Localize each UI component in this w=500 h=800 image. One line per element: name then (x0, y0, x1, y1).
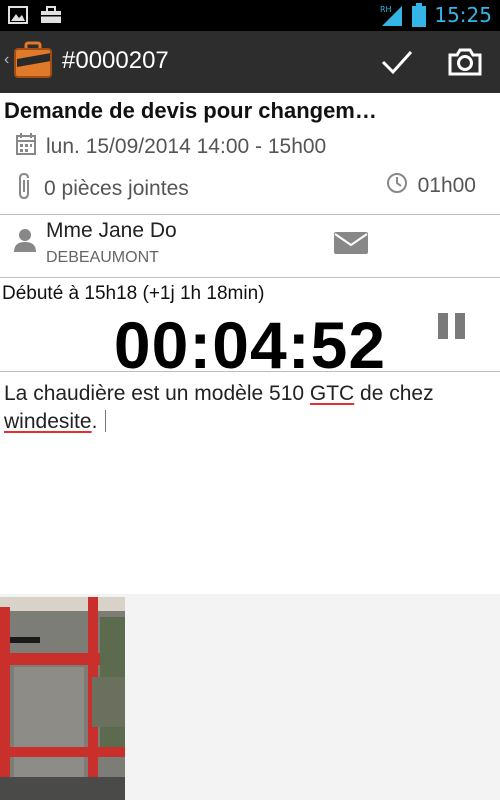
action-bar: ‹ #0000207 (0, 31, 500, 93)
timer-started-text: Débuté à 15h18 (+1j 1h 18min) (2, 283, 265, 304)
clock-icon (386, 172, 408, 200)
attachments-count: 0 pièces jointes (44, 177, 189, 200)
battery-icon (412, 3, 427, 27)
attachments-row[interactable]: 0 pièces jointes (16, 172, 189, 206)
clock: 15:25 (434, 3, 492, 27)
camera-icon[interactable] (448, 45, 482, 79)
notes-text: de chez (354, 382, 434, 405)
notes-misspelled-word: GTC (309, 382, 355, 405)
paperclip-icon (16, 172, 34, 206)
divider (0, 214, 500, 215)
briefcase-icon (40, 6, 62, 24)
date-text: lun. 15/09/2014 14:00 - 15h00 (46, 135, 327, 158)
signal-label: RH (380, 5, 392, 14)
signal-icon: RH (378, 3, 404, 27)
app-logo-briefcase-icon[interactable] (12, 41, 56, 81)
mail-icon[interactable] (334, 230, 368, 256)
notes-field[interactable]: La chaudière est un modèle 510 GTC de ch… (4, 380, 494, 436)
contact-company: DEBEAUMONT (46, 249, 159, 266)
divider (0, 371, 500, 372)
calendar-icon (16, 133, 36, 161)
notes-text: . (91, 410, 98, 433)
notes-text: La chaudière est un modèle 510 (4, 382, 310, 405)
date-row: lun. 15/09/2014 14:00 - 15h00 (16, 133, 326, 161)
ticket-number-title: #0000207 (62, 47, 169, 74)
contact-name[interactable]: Mme Jane Do (46, 219, 177, 243)
duration-row: 01h00 (386, 172, 476, 200)
intervention-title: Demande de devis pour changem… (4, 98, 377, 123)
check-icon[interactable] (380, 45, 414, 79)
duration-text: 01h00 (417, 174, 476, 197)
image-icon (8, 6, 28, 24)
notes-misspelled-word: windesite (4, 410, 92, 433)
text-cursor (105, 410, 107, 432)
divider (0, 277, 500, 278)
person-icon (12, 226, 38, 252)
pause-icon[interactable] (438, 313, 468, 339)
photo-thumbnail[interactable] (0, 597, 125, 800)
chevron-left-icon[interactable]: ‹ (4, 51, 9, 69)
status-bar: RH 15:25 (0, 0, 500, 31)
